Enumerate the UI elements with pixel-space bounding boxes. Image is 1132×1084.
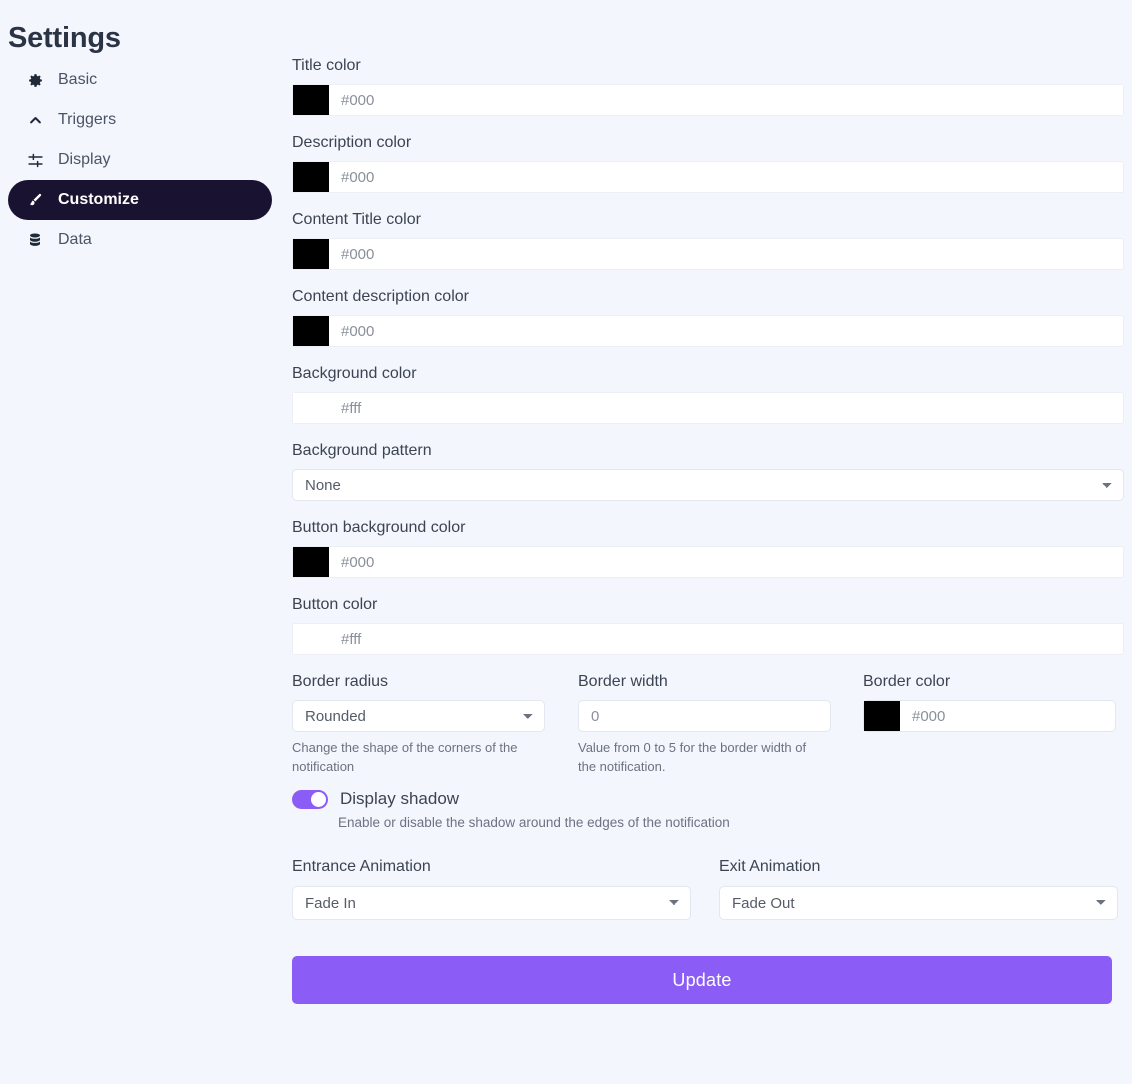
field-label: Title color xyxy=(292,57,361,74)
page-title: Settings xyxy=(8,22,121,55)
settings-page: Settings Basic Triggers Display Customiz… xyxy=(0,0,1132,1084)
field-exit-animation: Exit Animation Fade Out xyxy=(719,857,1132,920)
field-label: Content Title color xyxy=(292,211,421,228)
title-color-swatch[interactable] xyxy=(293,85,329,115)
gear-icon xyxy=(26,71,44,89)
toggle-knob xyxy=(311,791,326,807)
field-label: Button background color xyxy=(292,519,466,536)
color-input-group xyxy=(863,700,1123,732)
chevron-up-icon xyxy=(26,111,44,129)
display-shadow-label: Display shadow xyxy=(340,789,460,808)
field-description-color: Description color xyxy=(292,133,1124,193)
color-input-group xyxy=(292,392,1124,424)
description-color-swatch[interactable] xyxy=(293,162,329,192)
sidebar-item-triggers[interactable]: Triggers xyxy=(8,100,272,140)
field-border-width: Border width Value from 0 to 5 for the b… xyxy=(578,672,863,776)
field-label: Background pattern xyxy=(292,442,432,459)
sidebar-item-label: Data xyxy=(58,231,92,248)
border-color-swatch[interactable] xyxy=(864,701,900,731)
description-color-input[interactable] xyxy=(329,162,1123,192)
sidebar-item-customize[interactable]: Customize xyxy=(8,180,272,220)
display-shadow-toggle-row: Display shadow xyxy=(292,789,1124,809)
field-content-title-color: Content Title color xyxy=(292,210,1124,270)
sidebar-item-data[interactable]: Data xyxy=(8,220,272,260)
field-display-shadow: Display shadow Enable or disable the sha… xyxy=(292,789,1124,832)
field-label: Border radius xyxy=(292,673,389,690)
update-button[interactable]: Update xyxy=(292,956,1112,1004)
animation-settings-row: Entrance Animation Fade In Exit Animatio… xyxy=(292,857,1124,920)
color-input-group xyxy=(292,161,1124,193)
content-description-color-swatch[interactable] xyxy=(293,316,329,346)
field-label: Background color xyxy=(292,365,417,382)
sidebar-item-label: Triggers xyxy=(58,111,117,128)
content-description-color-input[interactable] xyxy=(329,316,1123,346)
field-button-background-color: Button background color xyxy=(292,518,1124,578)
entrance-animation-select[interactable]: Fade In xyxy=(292,886,691,920)
color-input-group xyxy=(292,238,1124,270)
field-button-color: Button color xyxy=(292,595,1124,655)
color-input-group xyxy=(292,84,1124,116)
title-color-input[interactable] xyxy=(329,85,1123,115)
background-color-input[interactable] xyxy=(329,393,1123,423)
sidebar-item-display[interactable]: Display xyxy=(8,140,272,180)
content-title-color-swatch[interactable] xyxy=(293,239,329,269)
field-label: Border color xyxy=(863,673,951,690)
background-color-swatch[interactable] xyxy=(293,393,329,423)
sidebar-nav: Basic Triggers Display Customize Data xyxy=(0,60,280,260)
display-shadow-help: Enable or disable the shadow around the … xyxy=(338,815,730,830)
field-border-color: Border color xyxy=(863,672,1124,776)
field-background-color: Background color xyxy=(292,364,1124,424)
field-label: Content description color xyxy=(292,288,469,305)
field-content-description-color: Content description color xyxy=(292,287,1124,347)
content-title-color-input[interactable] xyxy=(329,239,1123,269)
sidebar-item-label: Display xyxy=(58,151,111,168)
button-color-input[interactable] xyxy=(329,624,1123,654)
sidebar-item-label: Basic xyxy=(58,71,98,88)
field-label: Entrance Animation xyxy=(292,858,431,875)
customize-form: Title color Description color Content Ti… xyxy=(292,56,1124,1004)
field-label: Description color xyxy=(292,134,412,151)
sidebar-item-basic[interactable]: Basic xyxy=(8,60,272,100)
sidebar-item-label: Customize xyxy=(58,191,139,208)
border-radius-help: Change the shape of the corners of the n… xyxy=(292,740,518,774)
button-color-swatch[interactable] xyxy=(293,624,329,654)
field-label: Border width xyxy=(578,673,668,690)
border-width-input[interactable] xyxy=(578,700,831,732)
field-label: Exit Animation xyxy=(719,858,821,875)
exit-animation-select[interactable]: Fade Out xyxy=(719,886,1118,920)
field-background-pattern: Background pattern None xyxy=(292,441,1124,501)
border-color-input[interactable] xyxy=(900,701,1123,731)
field-label: Button color xyxy=(292,596,378,613)
border-settings-row: Border radius Rounded Change the shape o… xyxy=(292,672,1124,776)
display-shadow-toggle[interactable] xyxy=(292,789,328,809)
field-border-radius: Border radius Rounded Change the shape o… xyxy=(292,672,578,776)
color-input-group xyxy=(292,546,1124,578)
field-entrance-animation: Entrance Animation Fade In xyxy=(292,857,719,920)
button-background-color-swatch[interactable] xyxy=(293,547,329,577)
button-background-color-input[interactable] xyxy=(329,547,1123,577)
color-input-group xyxy=(292,315,1124,347)
border-width-help: Value from 0 to 5 for the border width o… xyxy=(578,740,807,774)
database-icon xyxy=(26,231,44,249)
sliders-icon xyxy=(26,151,44,169)
background-pattern-select[interactable]: None xyxy=(292,469,1124,501)
color-input-group xyxy=(292,623,1124,655)
field-title-color: Title color xyxy=(292,56,1124,116)
brush-icon xyxy=(26,191,44,209)
border-radius-select[interactable]: Rounded xyxy=(292,700,545,732)
